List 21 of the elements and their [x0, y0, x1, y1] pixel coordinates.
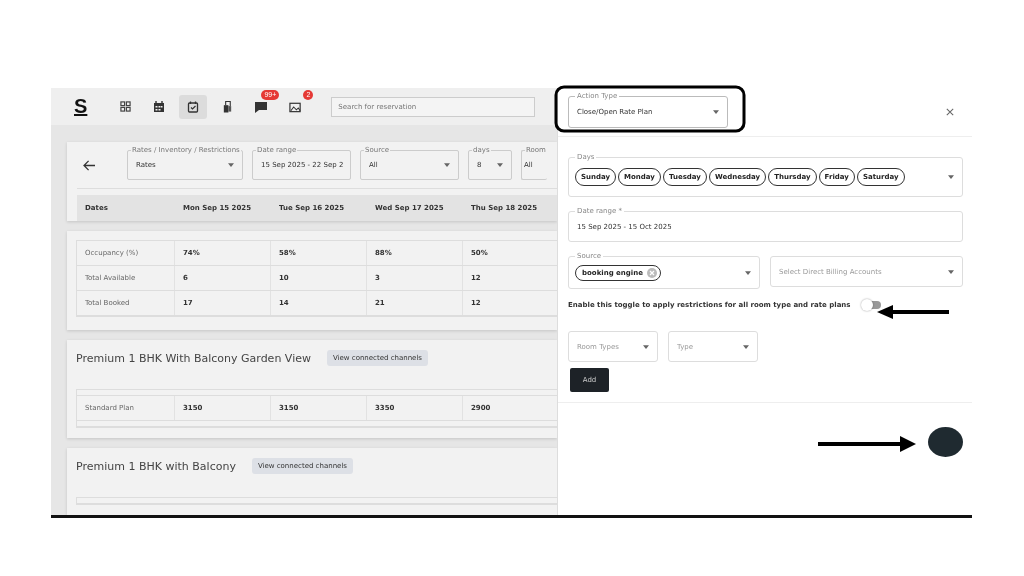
- caret-icon: [643, 344, 649, 349]
- back-arrow-icon[interactable]: [83, 159, 96, 171]
- caret-icon: [745, 270, 751, 275]
- luggage-icon: [221, 99, 233, 114]
- caret-icon: [948, 269, 954, 274]
- round-button[interactable]: [928, 427, 963, 457]
- close-icon[interactable]: [944, 106, 956, 118]
- toggle-switch[interactable]: [862, 301, 881, 309]
- logo: S: [74, 95, 88, 118]
- room-title: Premium 1 BHK With Balcony Garden View: [76, 351, 311, 365]
- annotation-arrow: [877, 305, 949, 319]
- caret-icon: [948, 175, 954, 179]
- caret-icon: [743, 344, 749, 349]
- grid-icon: [119, 101, 131, 112]
- caret-icon: [713, 110, 719, 114]
- image-icon: [288, 100, 302, 113]
- calendar-check-icon: [187, 100, 200, 113]
- calendar-icon: [153, 100, 166, 113]
- nav-button[interactable]: [179, 94, 208, 119]
- chat-icon: [254, 100, 269, 113]
- room-title: Premium 1 BHK with Balcony: [76, 459, 236, 473]
